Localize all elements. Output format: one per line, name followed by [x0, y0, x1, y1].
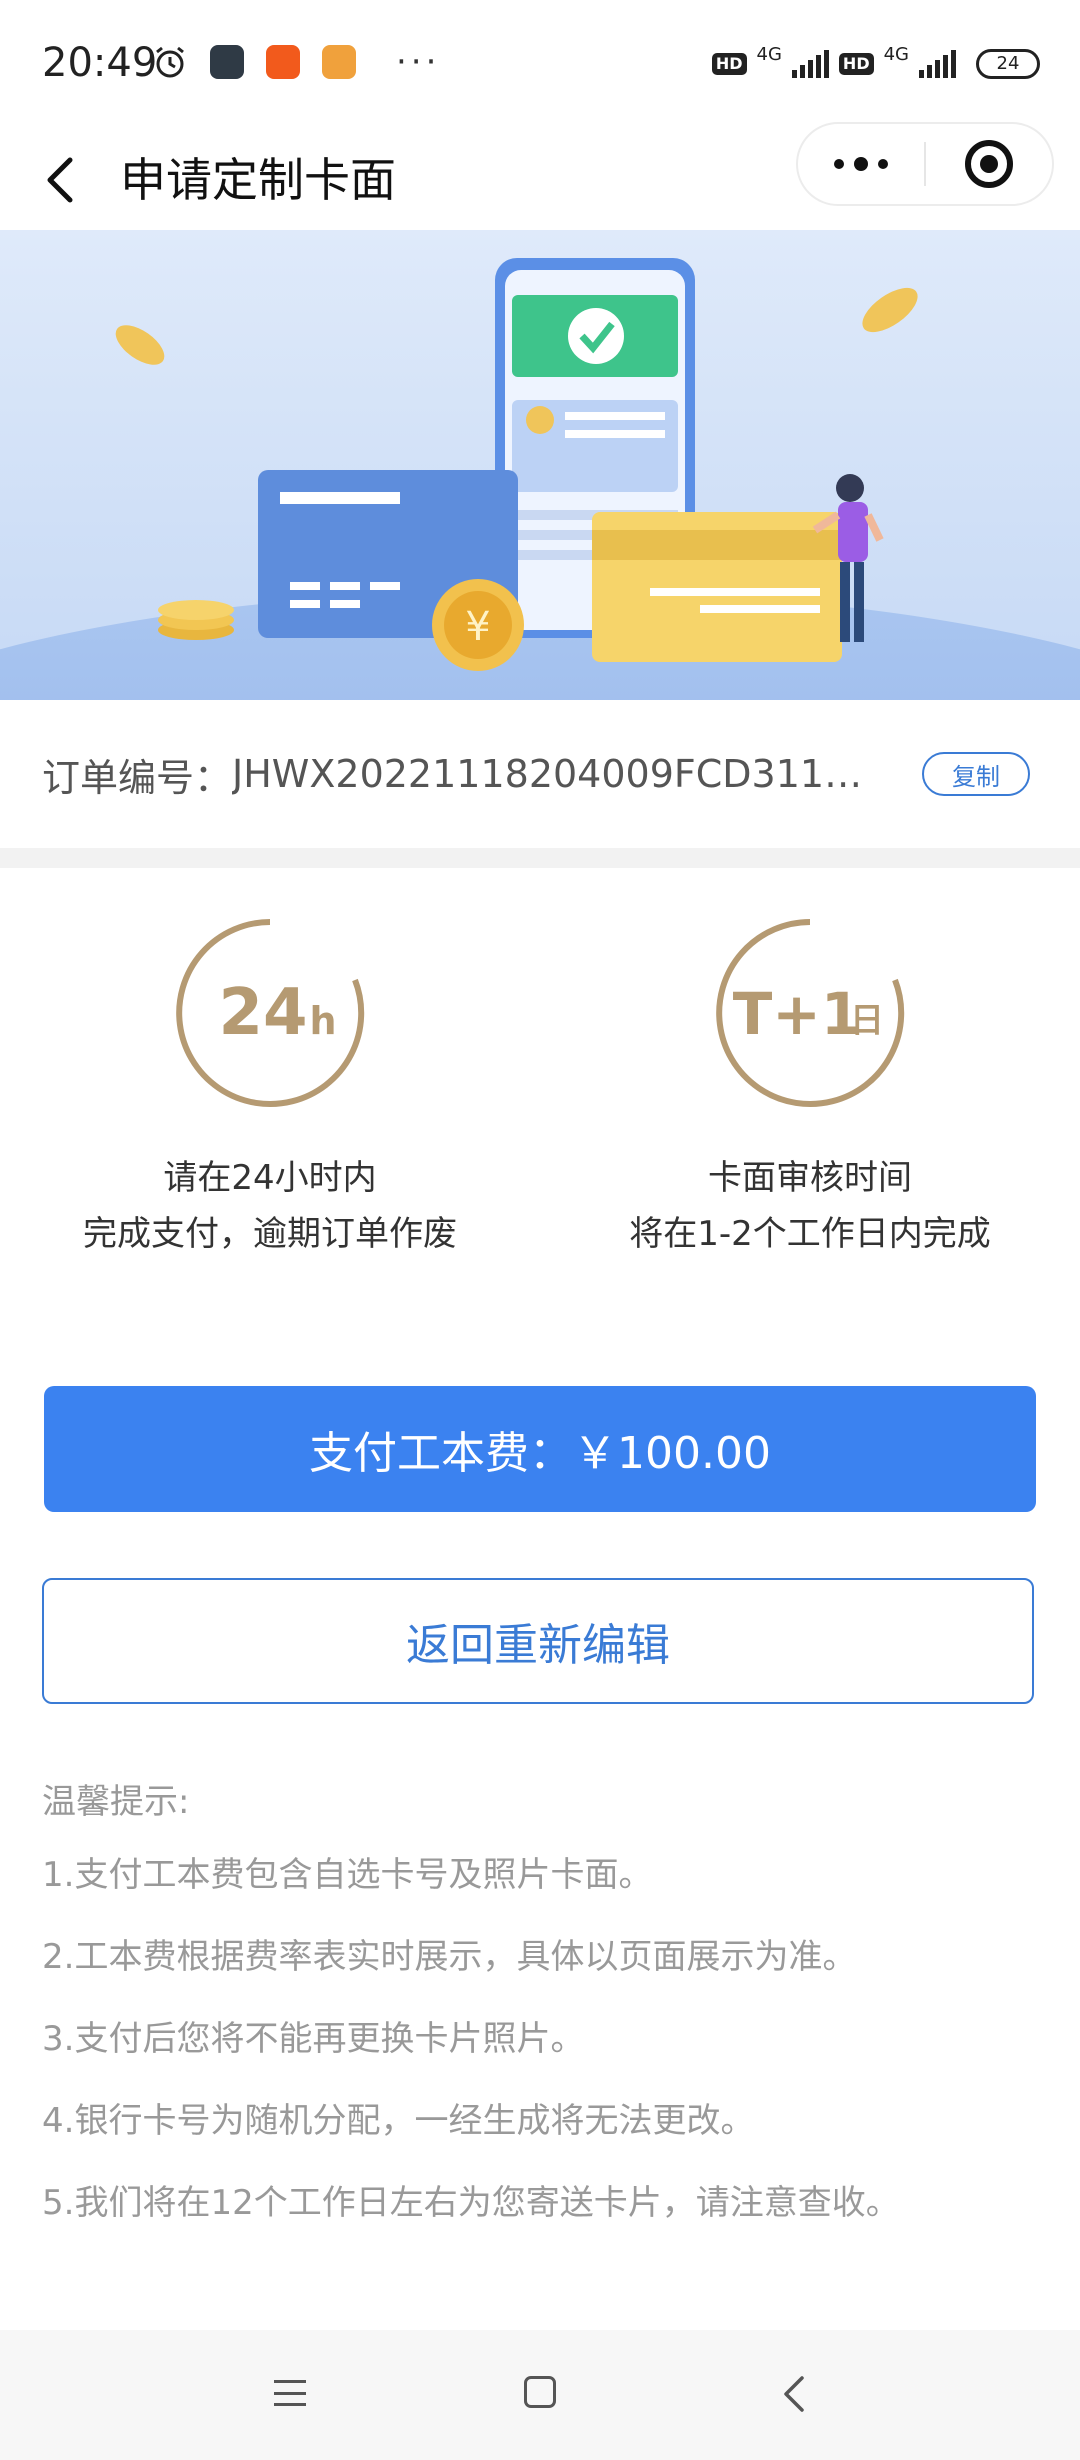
badge-sub-text: h — [309, 999, 336, 1043]
back-arrow-icon[interactable] — [40, 152, 80, 208]
section-divider — [0, 848, 1080, 868]
re-edit-button[interactable]: 返回重新编辑 — [42, 1578, 1034, 1704]
pay-fee-button[interactable]: 支付工本费：￥100.00 — [44, 1386, 1036, 1512]
order-number-value: JHWX20221118204009FCD3110… — [232, 752, 873, 796]
banner-illustration: ¥ — [0, 230, 1080, 700]
tips-section: 温馨提示: 1.支付工本费包含自选卡号及照片卡面。 2.工本费根据费率表实时展示… — [42, 1770, 1042, 2244]
notification-icons: ··· — [152, 44, 440, 80]
tip-item: 3.支付后您将不能再更换卡片照片。 — [42, 2019, 585, 2059]
home-icon[interactable] — [524, 2376, 556, 2408]
status-right-icons: HD 4G HD 4G 24 — [711, 44, 1040, 83]
more-options-button[interactable] — [798, 124, 924, 204]
page-title: 申请定制卡面 — [120, 153, 396, 207]
order-number-label: 订单编号： — [42, 755, 233, 800]
hd-icon: HD — [711, 52, 747, 75]
dot-icon — [854, 157, 868, 171]
alarm-icon — [156, 46, 184, 78]
svg-text:¥: ¥ — [465, 604, 490, 650]
dot-icon — [878, 159, 888, 169]
more-notifications: ··· — [396, 42, 441, 82]
payment-deadline-info: 24 h 请在24小时内 完成支付，逾期订单作废 — [0, 918, 540, 1262]
card-illustration: ¥ — [0, 230, 1080, 700]
info-line-1: 卡面审核时间 — [708, 1158, 912, 1198]
tips-title: 温馨提示: — [42, 1782, 190, 1822]
status-time: 20:49 — [42, 40, 158, 86]
info-line-2: 将在1-2个工作日内完成 — [629, 1214, 991, 1254]
signal-icon-2 — [919, 49, 956, 78]
tip-item: 5.我们将在12个工作日左右为您寄送卡片，请注意查收。 — [42, 2183, 900, 2223]
system-navigation-bar — [0, 2330, 1080, 2460]
badge-main-text: 24 — [218, 976, 307, 1050]
recent-apps-icon[interactable] — [274, 2380, 306, 2406]
t-plus-1-badge-icon: T+1 日 — [716, 919, 905, 1107]
hd-icon-2: HD — [838, 52, 874, 75]
tip-item: 4.银行卡号为随机分配，一经生成将无法更改。 — [42, 2101, 755, 2141]
app-1688-icon — [266, 45, 300, 79]
review-time-info: T+1 日 卡面审核时间 将在1-2个工作日内完成 — [540, 918, 1080, 1262]
app-notification-icon — [210, 45, 244, 79]
target-icon — [964, 140, 1013, 188]
network-type-2: 4G — [883, 44, 909, 65]
signal-icon — [791, 49, 829, 78]
dot-icon — [834, 159, 844, 169]
battery-icon: 24 — [976, 48, 1040, 79]
order-number-row: 订单编号： JHWX20221118204009FCD3110… 复制 — [0, 700, 1080, 848]
status-bar: 20:49 ··· HD 4G HD 4G 24 — [0, 0, 1080, 130]
info-line-2: 完成支付，逾期订单作废 — [83, 1214, 457, 1254]
badge-sub-text: 日 — [850, 1001, 884, 1041]
copy-button[interactable]: 复制 — [922, 752, 1030, 796]
network-type: 4G — [756, 44, 782, 65]
app-shop-icon — [322, 45, 356, 79]
24h-badge-icon: 24 h — [176, 919, 365, 1107]
tip-item: 1.支付工本费包含自选卡号及照片卡面。 — [42, 1855, 653, 1895]
badge-main-text: T+1 — [733, 980, 862, 1048]
tip-item: 2.工本费根据费率表实时展示，具体以页面展示为准。 — [42, 1937, 857, 1977]
miniprogram-capsule — [796, 122, 1054, 206]
info-line-1: 请在24小时内 — [163, 1158, 377, 1198]
system-back-icon[interactable] — [780, 2374, 808, 2414]
close-miniprogram-button[interactable] — [926, 124, 1052, 204]
